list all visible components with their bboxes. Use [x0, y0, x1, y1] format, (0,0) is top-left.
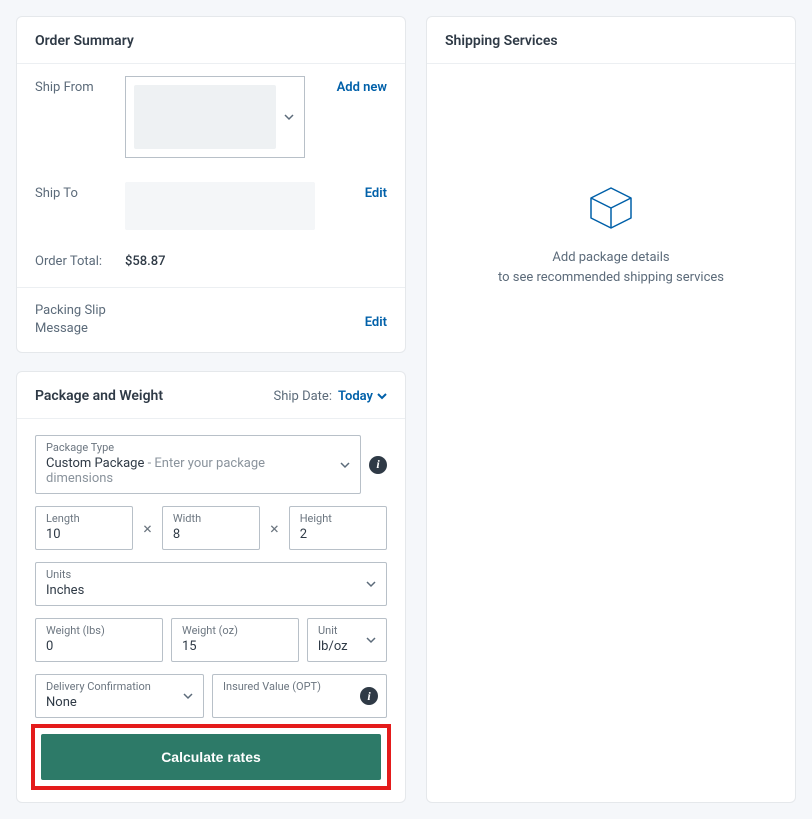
chevron-down-icon [377, 391, 387, 401]
empty-state-line1: Add package details [498, 248, 724, 268]
delivery-confirmation-label: Delivery Confirmation [46, 680, 175, 693]
order-total-value: $58.87 [125, 254, 166, 269]
info-icon[interactable]: i [369, 456, 387, 474]
package-type-select[interactable]: Package Type Custom Package - Enter your… [35, 435, 361, 494]
ship-to-label: Ship To [35, 182, 125, 201]
empty-state-line2: to see recommended shipping services [498, 268, 724, 288]
weight-unit-select[interactable]: Unit lb/oz [307, 618, 387, 662]
length-label: Length [46, 512, 122, 525]
length-input[interactable] [46, 527, 122, 542]
chevron-down-icon [366, 635, 376, 645]
chevron-down-icon [284, 112, 294, 122]
delivery-confirmation-value: None [46, 695, 175, 710]
units-select[interactable]: Units Inches [35, 562, 387, 606]
add-new-link[interactable]: Add new [337, 80, 387, 95]
weight-unit-value: lb/oz [318, 639, 358, 654]
ship-from-label: Ship From [35, 76, 125, 95]
ship-from-select[interactable] [125, 76, 305, 158]
insured-value-label: Insured Value (OPT) [223, 680, 352, 693]
weight-oz-input[interactable] [182, 639, 288, 654]
units-label: Units [46, 568, 358, 581]
weight-oz-field[interactable]: Weight (oz) [171, 618, 299, 662]
ship-to-redacted [125, 182, 315, 230]
ship-date-select[interactable]: Today [338, 389, 387, 404]
packing-slip-edit-link[interactable]: Edit [365, 315, 387, 330]
ship-to-edit-link[interactable]: Edit [365, 186, 387, 201]
units-value: Inches [46, 583, 358, 598]
package-type-value: Custom Package [46, 456, 144, 471]
shipping-services-title: Shipping Services [445, 33, 558, 49]
shipping-services-card: Shipping Services Add package details to… [426, 16, 796, 803]
ship-from-redacted [134, 85, 276, 149]
ship-date-value: Today [338, 389, 373, 404]
chevron-down-icon [366, 579, 376, 589]
width-field[interactable]: Width [162, 506, 260, 550]
package-box-icon [587, 184, 635, 232]
weight-oz-label: Weight (oz) [182, 624, 288, 637]
times-icon: × [268, 519, 281, 538]
delivery-confirmation-select[interactable]: Delivery Confirmation None [35, 674, 204, 718]
info-icon[interactable]: i [360, 687, 378, 705]
weight-lbs-label: Weight (lbs) [46, 624, 152, 637]
chevron-down-icon [340, 460, 350, 470]
ship-date-label: Ship Date: [274, 389, 332, 404]
width-input[interactable] [173, 527, 249, 542]
packing-slip-label: Packing Slip Message [35, 302, 106, 338]
times-icon: × [141, 519, 154, 538]
weight-lbs-input[interactable] [46, 639, 152, 654]
order-summary-card: Order Summary Ship From Add new [16, 16, 406, 353]
insured-value-field[interactable]: Insured Value (OPT) i [212, 674, 387, 718]
height-field[interactable]: Height [289, 506, 387, 550]
height-input[interactable] [300, 527, 376, 542]
calculate-highlight: Calculate rates [31, 724, 391, 790]
order-summary-title: Order Summary [35, 33, 134, 49]
package-weight-card: Package and Weight Ship Date: Today Pack… [16, 371, 406, 803]
weight-unit-label: Unit [318, 624, 358, 637]
length-field[interactable]: Length [35, 506, 133, 550]
weight-lbs-field[interactable]: Weight (lbs) [35, 618, 163, 662]
package-type-label: Package Type [46, 441, 332, 454]
insured-value-input[interactable] [223, 695, 352, 710]
calculate-rates-button[interactable]: Calculate rates [41, 734, 381, 780]
package-weight-title: Package and Weight [35, 388, 163, 404]
chevron-down-icon [183, 691, 193, 701]
width-label: Width [173, 512, 249, 525]
height-label: Height [300, 512, 376, 525]
order-total-label: Order Total: [35, 254, 125, 269]
